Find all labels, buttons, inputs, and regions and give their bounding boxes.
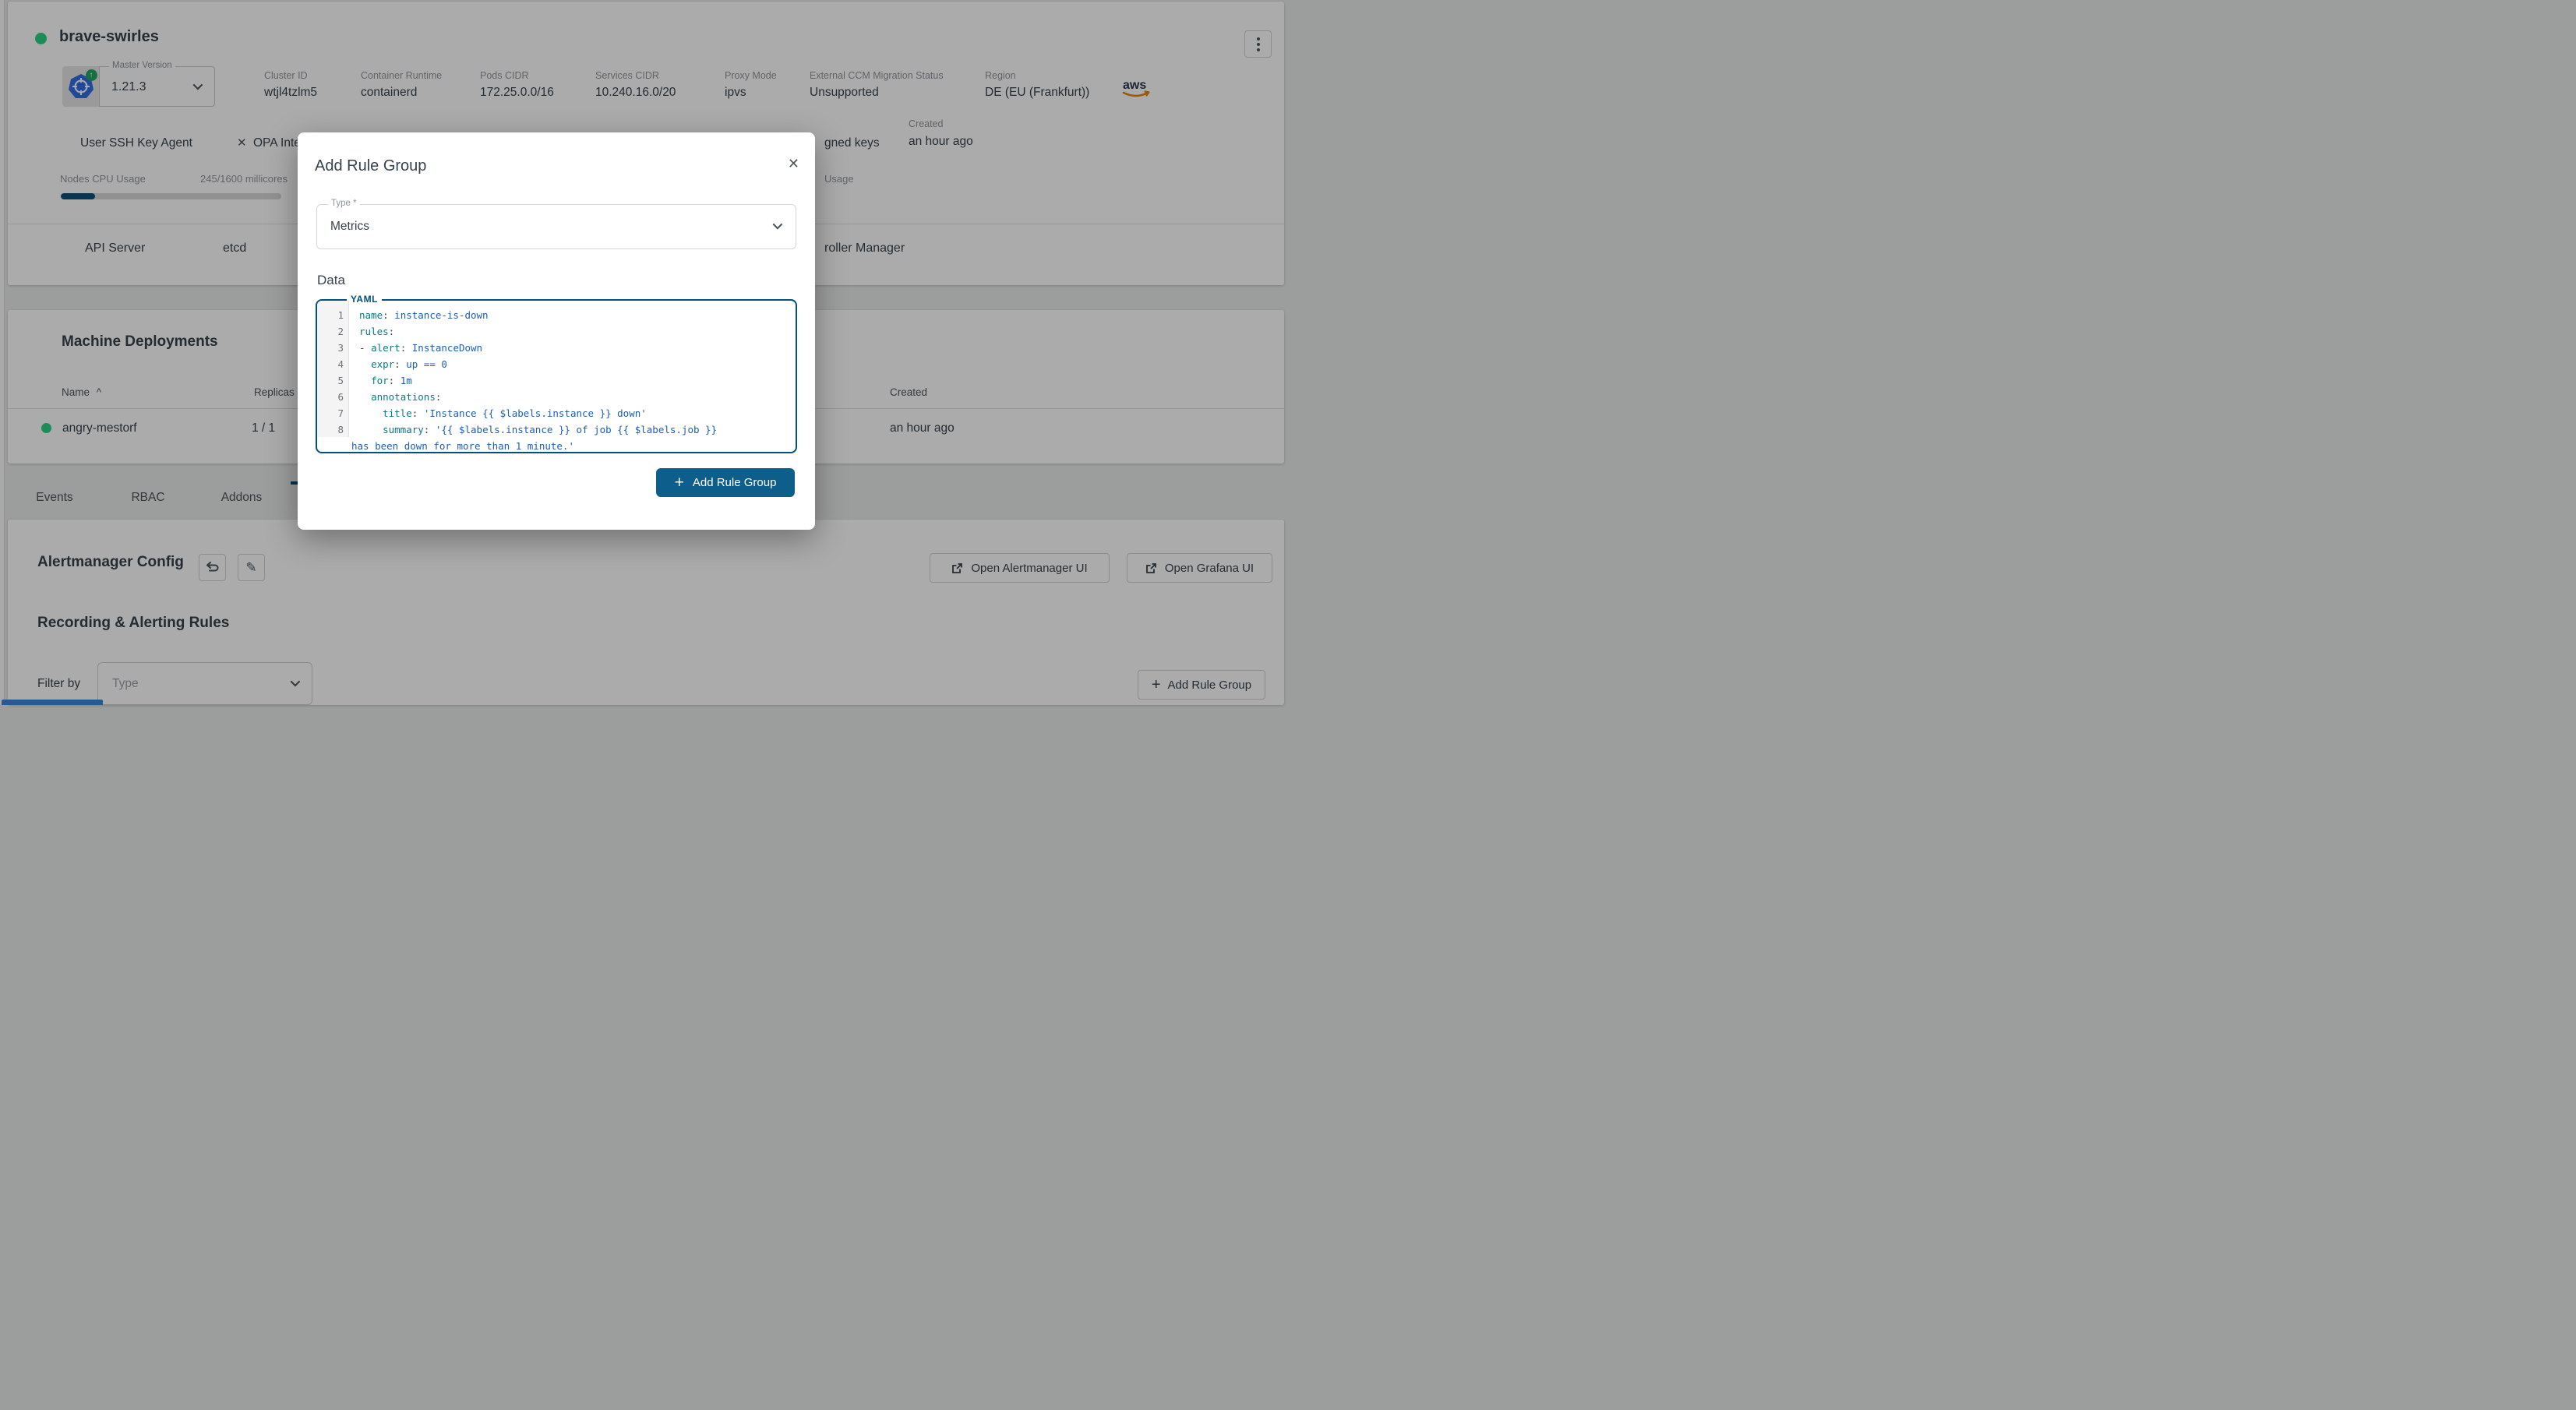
submit-add-rule-group-button[interactable]: + Add Rule Group: [656, 468, 795, 497]
rule-type-select[interactable]: Type * Metrics: [316, 199, 796, 249]
submit-label: Add Rule Group: [692, 476, 777, 489]
yaml-code-lines: 1 name: instance-is-down 2 rules: 3- alert: …: [337, 309, 718, 452]
type-value: Metrics: [330, 220, 369, 233]
yaml-code-editor[interactable]: YAML 1 name: instance-is-down 2 rules: 3- al…: [316, 294, 797, 453]
add-rule-group-dialog: Add Rule Group ✕ Type * Metrics Data YAM…: [298, 132, 815, 530]
close-icon: ✕: [787, 156, 799, 171]
plus-icon: +: [674, 474, 684, 492]
editor-language-label: YAML: [347, 294, 382, 305]
data-section-label: Data: [317, 273, 345, 287]
chevron-down-icon: [772, 219, 783, 230]
dialog-title: Add Rule Group: [315, 157, 427, 174]
close-dialog-button[interactable]: ✕: [788, 156, 799, 172]
type-label: Type *: [328, 199, 360, 208]
